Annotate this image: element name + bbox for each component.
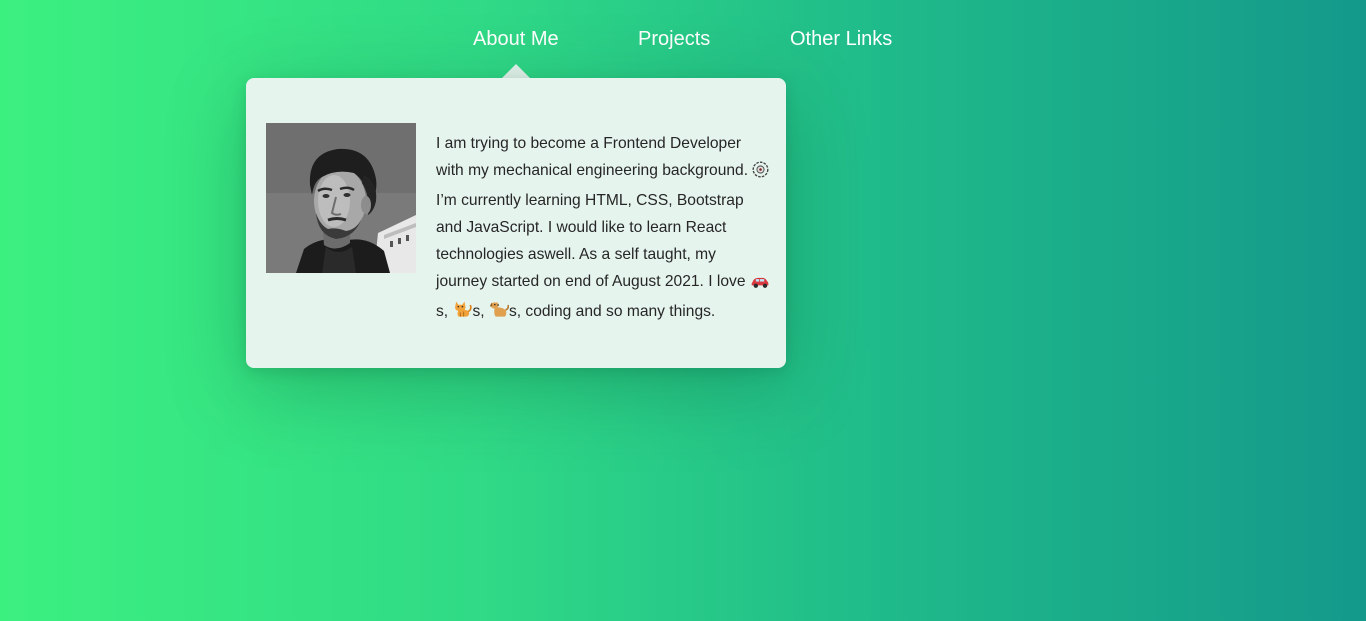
bio-text: I am trying to become a Frontend Develop… bbox=[436, 130, 771, 328]
about-me-card: I am trying to become a Frontend Develop… bbox=[246, 78, 786, 368]
dropdown-caret bbox=[502, 64, 530, 78]
car-icon bbox=[750, 271, 770, 298]
main-nav: About Me Projects Other Links bbox=[0, 0, 1366, 78]
bio-suffix-2: s, bbox=[472, 302, 489, 320]
dog-icon bbox=[489, 301, 510, 328]
bio-part-2: I’m currently learning HTML, CSS, Bootst… bbox=[436, 191, 750, 290]
gear-icon bbox=[752, 160, 769, 187]
profile-photo bbox=[266, 123, 416, 273]
nav-projects[interactable]: Projects bbox=[638, 27, 710, 51]
bio-suffix-3: s, coding and so many things. bbox=[508, 302, 716, 320]
bio-part-1: I am trying to become a Frontend Develop… bbox=[436, 134, 749, 179]
nav-about-me[interactable]: About Me bbox=[473, 27, 559, 51]
cat-icon bbox=[452, 301, 473, 328]
bio-suffix-1: s, bbox=[436, 302, 453, 320]
nav-other-links[interactable]: Other Links bbox=[790, 27, 892, 51]
